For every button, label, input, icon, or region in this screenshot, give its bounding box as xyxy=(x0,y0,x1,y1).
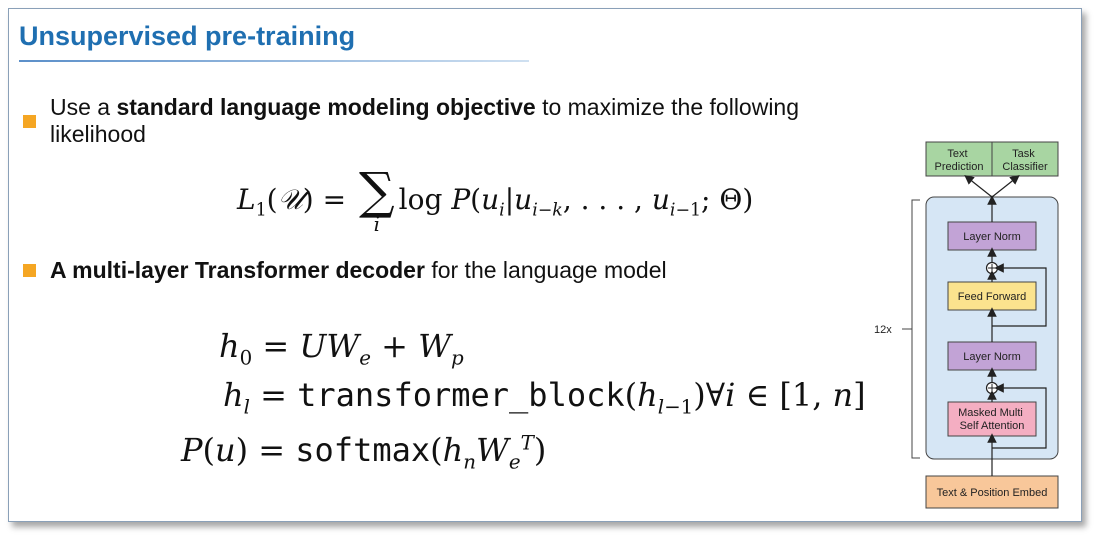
bullet-1-pre: Use a xyxy=(50,94,117,120)
transformer-diagram: 12x Text Prediction Task Classifier Laye… xyxy=(874,141,1059,509)
equation-likelihood: L1(𝒰) = ∑ i log P(ui|ui−k, . . . , ui−1; Θ… xyxy=(237,162,754,236)
feed-forward-label: Feed Forward xyxy=(958,291,1026,303)
equation-hl: hl = transformer_block(hl−1)∀i ∈ [1, n] xyxy=(223,376,866,419)
repeat-bracket xyxy=(911,199,920,459)
title-underline xyxy=(19,60,529,62)
bullet-2: A multi-layer Transformer decoder for th… xyxy=(23,257,843,284)
equation-h0: h0 = UWe + Wp xyxy=(219,327,464,370)
equation-softmax: P(u) = softmax(hnWeT) xyxy=(181,431,547,474)
bullet-square-icon xyxy=(23,264,36,277)
text-position-embed-label: Text & Position Embed xyxy=(937,487,1048,499)
layer-norm-top-label: Layer Norm xyxy=(963,231,1020,243)
masked-self-attention-label: Masked Multi Self Attention xyxy=(958,407,1026,432)
slide-title: Unsupervised pre-training xyxy=(19,21,356,51)
layer-norm-bottom-label: Layer Norm xyxy=(963,351,1020,363)
repeat-count-label: 12x xyxy=(874,324,892,336)
bullet-2-bold: A multi-layer Transformer decoder xyxy=(50,257,425,283)
bullet-square-icon xyxy=(23,114,36,128)
bullet-1-bold: standard language modeling objective xyxy=(116,94,536,120)
bullet-2-post: for the language model xyxy=(424,257,667,283)
bullet-1: Use a standard language modeling objecti… xyxy=(23,94,843,148)
